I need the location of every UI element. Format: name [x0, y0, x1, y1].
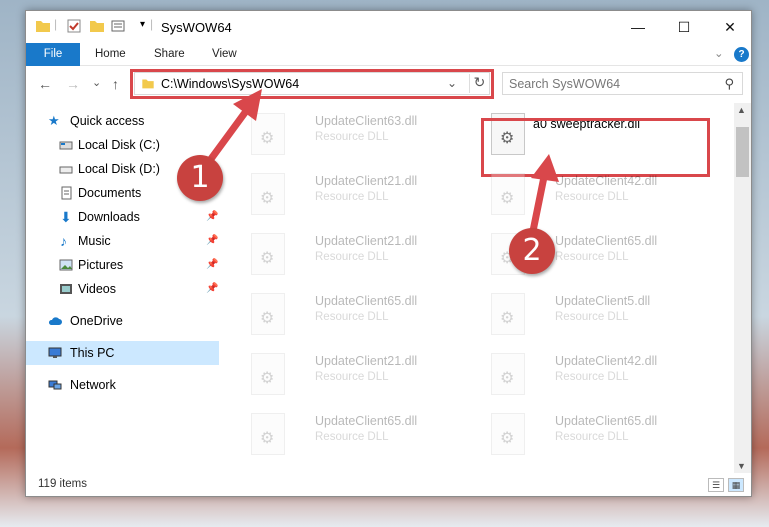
dll-file-icon: ⚙ [251, 173, 285, 215]
drive-icon [59, 166, 73, 174]
ribbon-expand-icon[interactable]: ⌄ [714, 43, 724, 66]
tab-home[interactable]: Home [95, 43, 126, 66]
scroll-up-icon[interactable]: ▲ [737, 105, 746, 115]
sidebar-item-downloads[interactable]: ⬇ Downloads 📌 [26, 205, 219, 229]
tab-file[interactable]: File [26, 43, 80, 66]
file-item[interactable]: ⚙ UpdateClient5.dll Resource DLL [479, 287, 709, 343]
dll-file-icon: ⚙ [251, 413, 285, 455]
music-icon: ♪ [60, 233, 67, 249]
file-item[interactable]: ⚙ UpdateClient65.dll Resource DLL [239, 407, 469, 463]
vertical-scrollbar[interactable]: ▲ ▼ [734, 103, 751, 473]
customize-toolbar-icon[interactable] [110, 18, 126, 34]
dll-file-icon: ⚙ [491, 413, 525, 455]
dll-file-icon: ⚙ [491, 353, 525, 395]
dll-file-icon: ⚙ [251, 293, 285, 335]
file-list: ⚙ UpdateClient63.dll Resource DLL ⚙ Upda… [219, 103, 736, 473]
explorer-window: | ▾ | SysWOW64 — ☐ ✕ File Home Share Vie… [25, 10, 752, 497]
pin-icon[interactable]: 📌 [206, 229, 218, 253]
dll-file-icon: ⚙ [251, 113, 285, 155]
forward-button[interactable]: → [66, 76, 80, 92]
dll-file-icon: ⚙ [491, 293, 525, 335]
folder-icon [36, 21, 50, 32]
documents-icon [61, 186, 72, 200]
tab-share[interactable]: Share [154, 43, 185, 66]
dll-file-icon: ⚙ [251, 353, 285, 395]
step-2-badge: 2 [509, 228, 555, 274]
file-item[interactable]: ⚙ UpdateClient42.dll Resource DLL [479, 347, 709, 403]
address-highlight-box [130, 69, 494, 99]
step-1-badge: 1 [177, 155, 223, 201]
title-bar: | ▾ | SysWOW64 — ☐ ✕ [26, 11, 751, 43]
details-view-icon[interactable]: ☰ [708, 478, 724, 492]
sidebar-item-videos[interactable]: Videos 📌 [26, 277, 219, 301]
drive-icon [59, 141, 73, 150]
search-box[interactable]: Search SysWOW64 ⚲ [502, 72, 743, 95]
up-button[interactable]: ↑ [112, 76, 119, 92]
scroll-down-icon[interactable]: ▼ [737, 461, 746, 471]
pictures-icon [59, 259, 73, 271]
star-icon: ★ [48, 113, 60, 128]
sidebar-item-this-pc[interactable]: This PC [26, 341, 219, 365]
file-item[interactable]: ⚙ UpdateClient42.dll Resource DLL [479, 167, 709, 223]
dll-file-icon: ⚙ [251, 233, 285, 275]
computer-icon [48, 347, 62, 358]
scrollbar-thumb[interactable] [736, 127, 749, 177]
new-folder-icon[interactable] [89, 18, 105, 34]
navigation-bar: ← → ⌄ ↑ C:\Windows\SysWOW64 ⌄ ↻ Search S… [26, 67, 751, 101]
search-icon[interactable]: ⚲ [724, 76, 734, 92]
file-item[interactable]: ⚙ UpdateClient21.dll Resource DLL [239, 347, 469, 403]
file-item[interactable]: ⚙ UpdateClient21.dll Resource DLL [239, 167, 469, 223]
file-item[interactable]: ⚙ UpdateClient21.dll Resource DLL [239, 227, 469, 283]
cloud-icon [48, 317, 62, 325]
sidebar-item-pictures[interactable]: Pictures 📌 [26, 253, 219, 277]
tab-view[interactable]: View [212, 43, 237, 66]
pin-icon[interactable]: 📌 [206, 277, 218, 301]
ribbon-tabs: File Home Share View ⌄ ? [26, 43, 751, 66]
item-count: 119 items [38, 478, 88, 490]
sidebar-item-network[interactable]: Network [26, 373, 219, 397]
recent-locations-icon[interactable]: ⌄ [92, 76, 101, 89]
file-item[interactable]: ⚙ UpdateClient65.dll Resource DLL [239, 287, 469, 343]
close-button[interactable]: ✕ [707, 11, 753, 43]
search-placeholder[interactable]: Search SysWOW64 [509, 77, 620, 91]
sidebar-item-music[interactable]: ♪ Music 📌 [26, 229, 219, 253]
properties-icon[interactable] [66, 18, 82, 34]
pin-icon[interactable]: 📌 [206, 205, 218, 229]
large-icons-view-icon[interactable]: ▦ [728, 478, 744, 492]
dll-file-icon: ⚙ [491, 173, 525, 215]
network-icon [48, 380, 62, 390]
minimize-button[interactable]: — [615, 11, 661, 43]
videos-icon [60, 284, 72, 294]
downloads-icon: ⬇ [60, 209, 72, 225]
help-icon[interactable]: ? [734, 47, 749, 62]
status-bar: 119 items ☰ ▦ [26, 473, 751, 497]
sidebar-item-onedrive[interactable]: OneDrive [26, 309, 219, 333]
window-title: SysWOW64 [161, 20, 232, 35]
file-item[interactable]: ⚙ UpdateClient63.dll Resource DLL [239, 107, 469, 163]
maximize-button[interactable]: ☐ [661, 11, 707, 43]
pin-icon[interactable]: 📌 [206, 253, 218, 277]
back-button[interactable]: ← [38, 76, 52, 92]
sidebar-item-local-disk-c[interactable]: Local Disk (C:) [26, 133, 219, 157]
sidebar-item-quick-access[interactable]: ★ Quick access [26, 109, 219, 133]
file-item[interactable]: ⚙ UpdateClient65.dll Resource DLL [479, 407, 709, 463]
qa-dropdown-icon[interactable]: ▾ [140, 19, 145, 30]
